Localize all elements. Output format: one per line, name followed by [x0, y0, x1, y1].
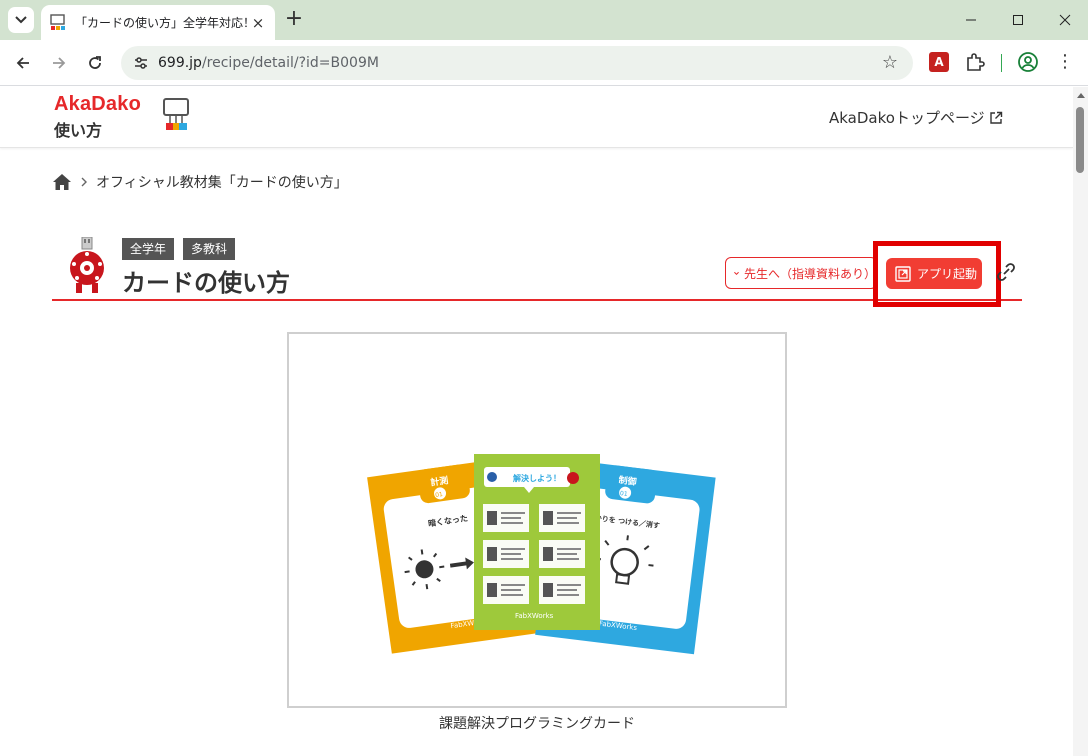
- page-title: カードの使い方: [122, 269, 290, 297]
- tab-title: 「カードの使い方」全学年対応！多: [75, 16, 255, 30]
- card-solve: 解決しよう！ FabXWorks: [474, 454, 600, 630]
- forward-button[interactable]: [45, 49, 73, 77]
- back-button[interactable]: [9, 49, 37, 77]
- bookmark-star-icon[interactable]: ☆: [879, 52, 901, 74]
- new-tab-button[interactable]: +: [282, 7, 306, 31]
- arrow-left-icon: [16, 57, 29, 69]
- chevron-down-icon: [15, 16, 27, 24]
- arrow-right-icon: [53, 57, 66, 69]
- tag-grade: 全学年: [122, 238, 175, 260]
- card-center-brand: FabXWorks: [515, 612, 554, 620]
- scroll-thumb[interactable]: [1076, 107, 1084, 173]
- link-icon[interactable]: [995, 261, 1017, 283]
- home-icon[interactable]: [52, 173, 72, 191]
- teacher-guide-button[interactable]: 先生へ（指導資料あり）: [725, 257, 877, 289]
- external-link-icon: [989, 111, 1002, 124]
- akadako-top-link[interactable]: AkaDakoトップページ: [829, 107, 1003, 128]
- akadako-robot-icon: [70, 237, 104, 293]
- top-link-label: AkaDakoトップページ: [829, 109, 985, 127]
- url-path: /recipe/detail/?id=B009M: [201, 55, 379, 71]
- recipe-title-row: 全学年 多教科 カードの使い方 先生へ（指導資料あり） アプリ起動: [52, 235, 1022, 307]
- maximize-icon: [1013, 15, 1023, 25]
- image-caption: 課題解決プログラミングカード: [439, 716, 635, 732]
- breadcrumb: オフィシャル教材集「カードの使い方」: [52, 172, 348, 192]
- chevron-right-icon: [81, 177, 87, 187]
- tab-close-icon[interactable]: ×: [249, 14, 267, 32]
- reload-icon: [89, 56, 101, 69]
- scroll-up-arrow-icon[interactable]: [1077, 93, 1085, 98]
- tag-subject: 多教科: [183, 238, 236, 260]
- card-center-banner: 解決しよう！: [513, 473, 561, 483]
- extensions-puzzle-icon[interactable]: [964, 51, 986, 73]
- tab-strip: 「カードの使い方」全学年対応！多 × +: [0, 0, 1088, 40]
- site-info-button[interactable]: [129, 51, 153, 75]
- page-content: AkaDako 使い方 AkaDakoトップページ オフィシャル教材集「カードの…: [0, 87, 1073, 756]
- programming-cards-illustration: 計測 01 暗くなった FabXWorks 制御 01 明かりを つける／消す …: [367, 454, 716, 655]
- reload-button[interactable]: [81, 49, 109, 77]
- logo-text[interactable]: AkaDako: [54, 93, 141, 116]
- site-header: AkaDako 使い方 AkaDakoトップページ: [0, 87, 1073, 148]
- logo-subtext[interactable]: 使い方: [54, 117, 102, 141]
- page-scrollbar[interactable]: [1073, 87, 1088, 756]
- tune-icon: [135, 57, 147, 69]
- highlight-annotation-box: [873, 241, 1001, 307]
- maximize-button[interactable]: [995, 0, 1041, 40]
- minimize-icon: [966, 19, 976, 21]
- toolbar-divider: [1001, 54, 1002, 72]
- minimize-button[interactable]: [948, 0, 994, 40]
- chevron-down-icon: [734, 271, 739, 275]
- profile-avatar-icon[interactable]: [1016, 50, 1040, 74]
- recipe-main-image: 計測 01 暗くなった FabXWorks 制御 01 明かりを つける／消す …: [287, 332, 787, 708]
- browser-toolbar: 699.jp/recipe/detail/?id=B009M ☆ A ⋮: [0, 40, 1088, 86]
- logo-icon[interactable]: [161, 97, 193, 133]
- url-text[interactable]: 699.jp/recipe/detail/?id=B009M: [158, 55, 379, 71]
- akadako-favicon-icon: [50, 13, 65, 30]
- url-host: 699.jp: [158, 55, 202, 71]
- teacher-guide-label: 先生へ（指導資料あり）: [743, 266, 876, 281]
- card-right-number: 01: [620, 490, 629, 498]
- close-window-button[interactable]: [1042, 0, 1088, 40]
- pdf-extension-icon[interactable]: A: [929, 52, 949, 72]
- address-bar[interactable]: 699.jp/recipe/detail/?id=B009M ☆: [121, 46, 913, 80]
- card-left-number: 01: [435, 491, 444, 499]
- active-tab[interactable]: 「カードの使い方」全学年対応！多 ×: [41, 5, 275, 40]
- browser-menu-icon[interactable]: ⋮: [1054, 50, 1076, 74]
- breadcrumb-current: オフィシャル教材集「カードの使い方」: [96, 175, 348, 191]
- close-icon: [1059, 14, 1071, 26]
- tab-search-button[interactable]: [8, 7, 34, 33]
